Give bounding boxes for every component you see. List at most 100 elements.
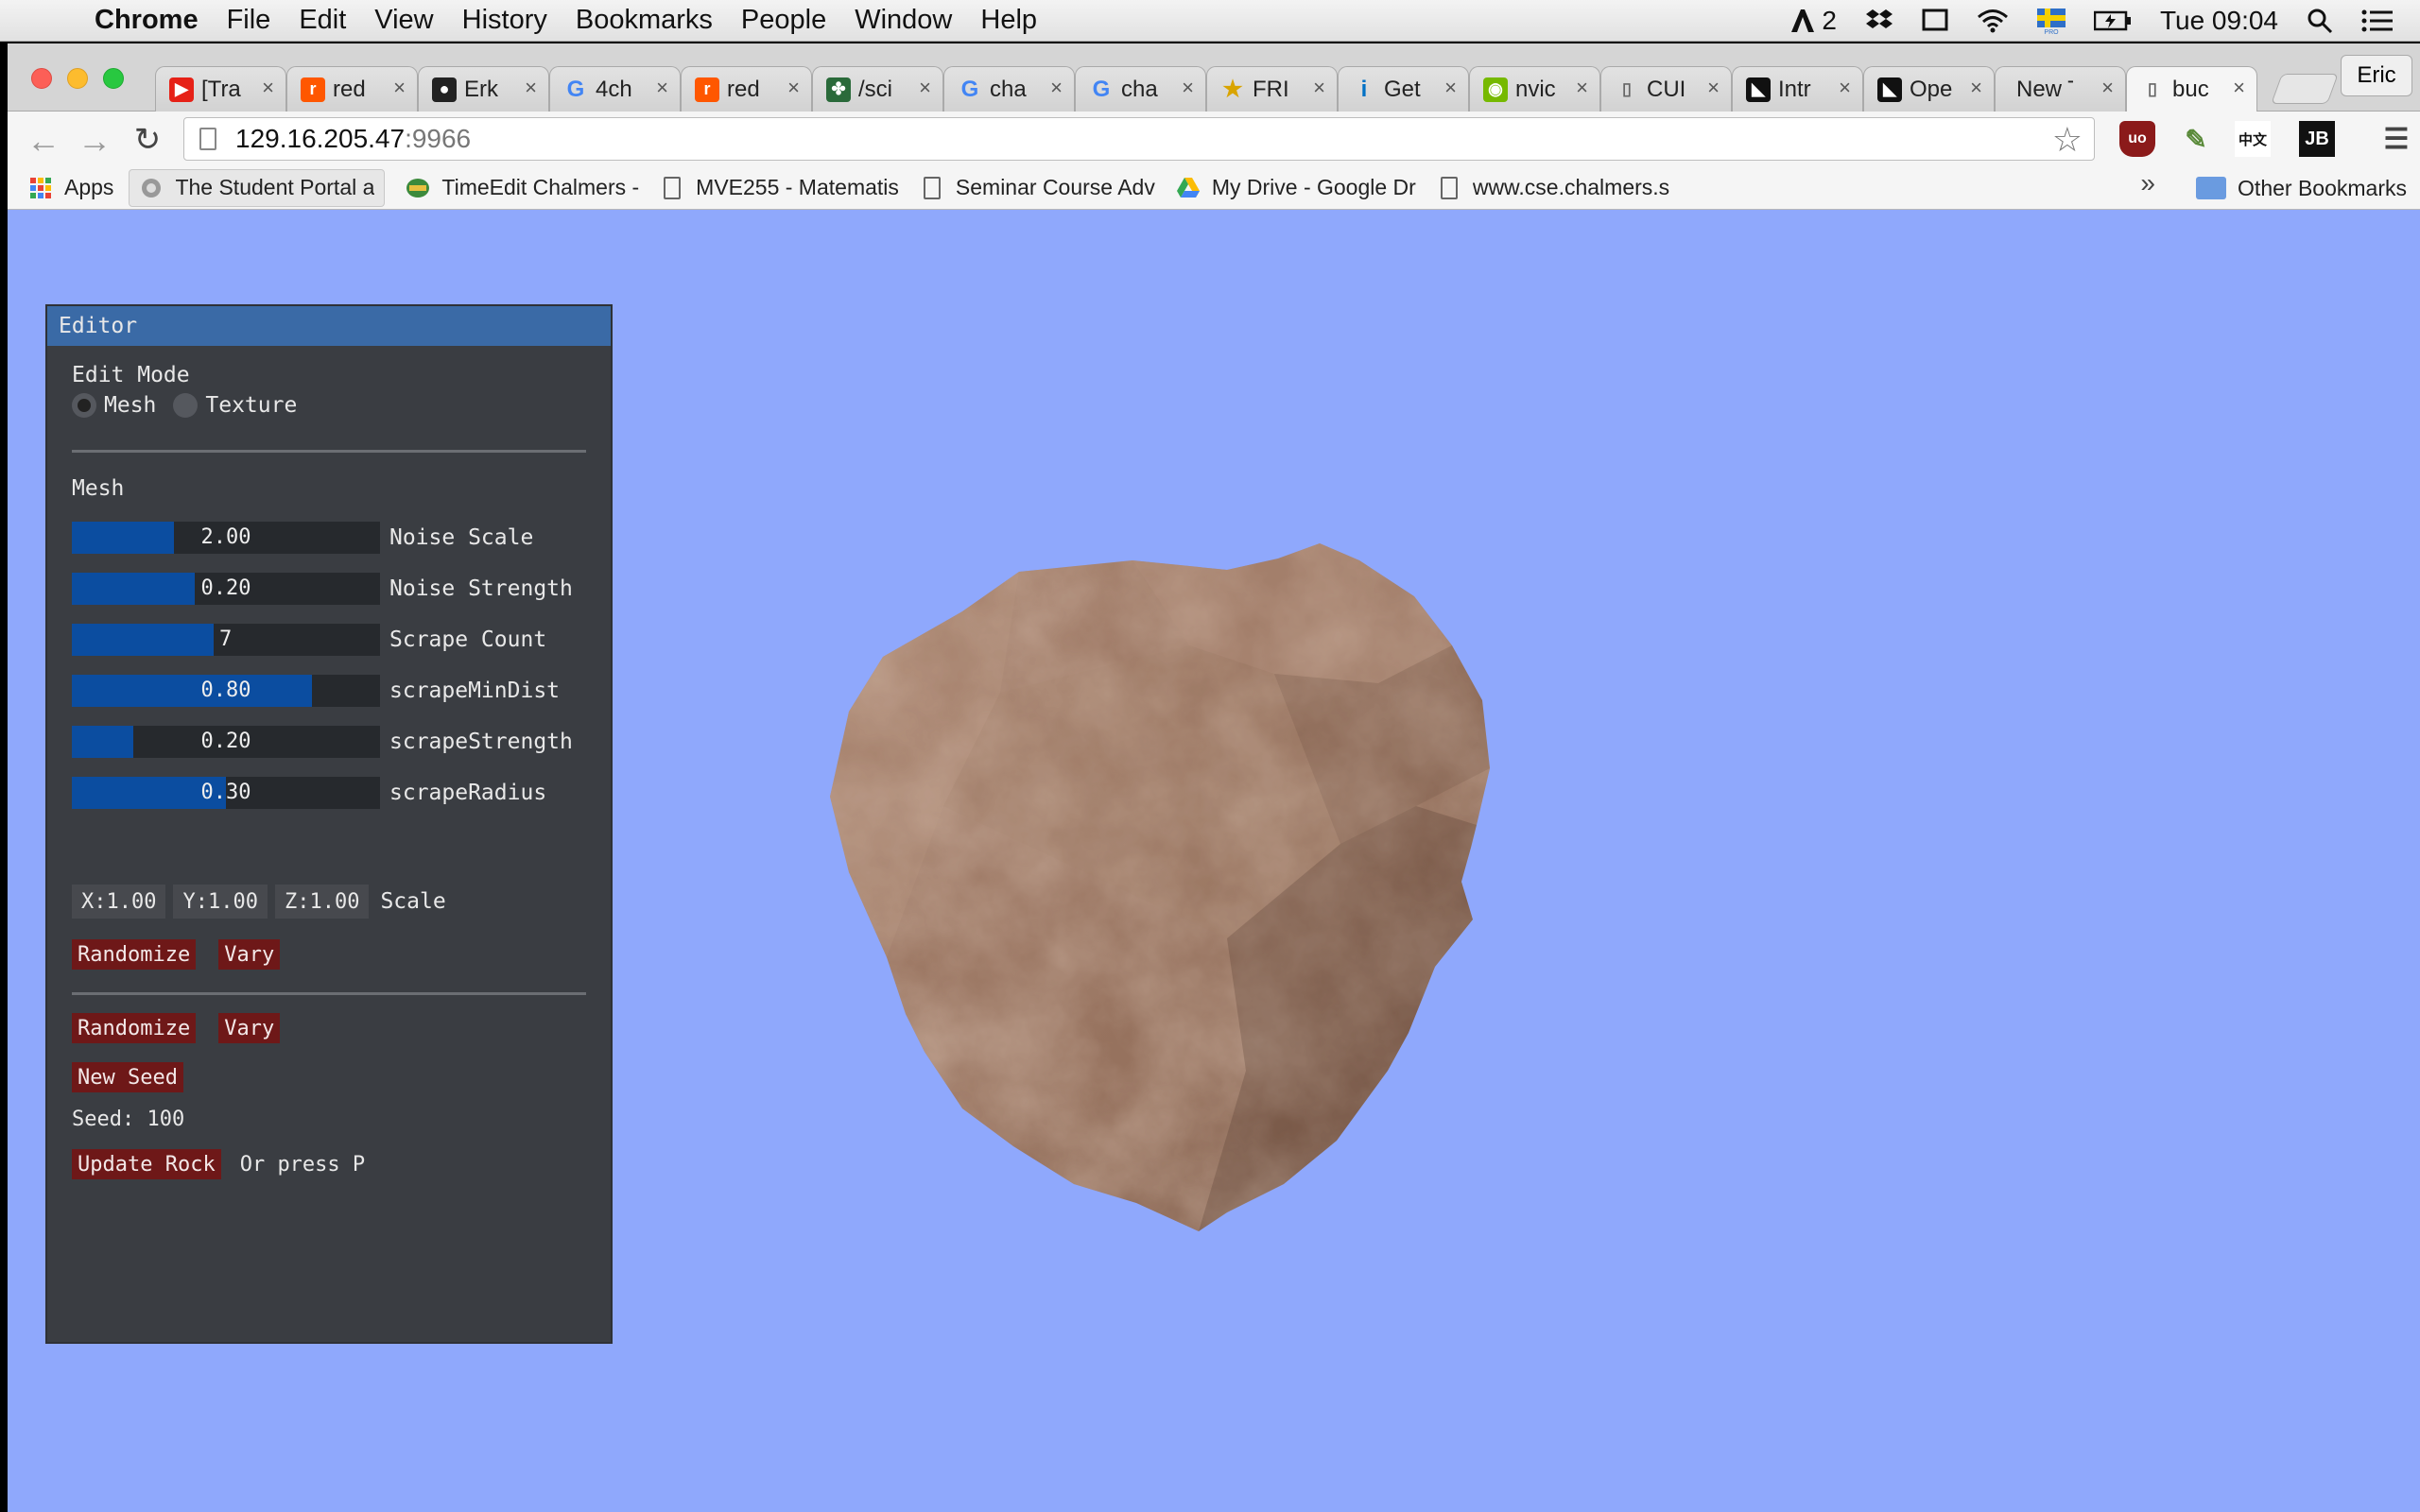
mesh-vary-button[interactable]: Vary	[218, 939, 281, 970]
texture-vary-button[interactable]: Vary	[218, 1013, 281, 1043]
rock-3d-model[interactable]	[830, 541, 1586, 1373]
texture-randomize-button[interactable]: Randomize	[72, 1013, 197, 1043]
scale-y-field[interactable]: Y:1.00	[173, 885, 268, 919]
tab-close-icon[interactable]: ×	[1576, 76, 1588, 100]
tab-close-icon[interactable]: ×	[262, 76, 274, 100]
chinese-dict-icon[interactable]: 中文	[2235, 121, 2271, 157]
scale-z-field[interactable]: Z:1.00	[274, 885, 370, 919]
tab[interactable]: r red ×	[681, 66, 812, 112]
dropbox-icon[interactable]	[1865, 0, 1893, 42]
tab-close-icon[interactable]: ×	[1444, 76, 1457, 100]
texture-radio-button[interactable]	[173, 393, 199, 418]
jetbrains-icon[interactable]: JB	[2299, 121, 2335, 157]
eyedropper-icon[interactable]: ✎	[2178, 121, 2214, 157]
tab[interactable]: r red ×	[286, 66, 418, 112]
menu-app-chrome[interactable]: Chrome	[95, 5, 199, 36]
bookmark-seminar-course[interactable]: Seminar Course Adv	[920, 169, 1155, 207]
tab-close-icon[interactable]: ×	[656, 76, 668, 100]
menu-people[interactable]: People	[741, 5, 826, 36]
profile-button[interactable]: Eric	[2341, 55, 2412, 96]
other-bookmarks-button[interactable]: Other Bookmarks	[2196, 166, 2407, 210]
bookmarks-overflow-button[interactable]: »	[2140, 168, 2155, 198]
tab-close-icon[interactable]: ×	[2233, 76, 2245, 100]
url-host: 129.16.205.47	[235, 124, 406, 153]
tab[interactable]: ◉ nvic ×	[1469, 66, 1600, 112]
slider-scrapestrength[interactable]: 0.20	[72, 726, 380, 758]
bookmark-timeedit[interactable]: TimeEdit Chalmers -	[406, 169, 639, 207]
tab-close-icon[interactable]: ×	[919, 76, 931, 100]
tab[interactable]: New T ×	[1995, 66, 2126, 112]
bookmark-cse-chalmers[interactable]: www.cse.chalmers.s	[1437, 169, 1669, 207]
wifi-icon[interactable]	[1977, 0, 2009, 42]
chrome-window: ▶ [Tra × r red × ● Erk × G 4ch × r red × ✤/sci × Gcha × Gch…	[8, 43, 2420, 1512]
battery-charging-icon[interactable]	[2093, 0, 2132, 42]
mesh-radio-label[interactable]: Mesh	[104, 393, 156, 418]
scale-x-field[interactable]: X:1.00	[72, 885, 166, 919]
tab-close-icon[interactable]: ×	[393, 76, 406, 100]
bookmark-google-drive[interactable]: My Drive - Google Dr	[1176, 169, 1416, 207]
new-tab-button[interactable]	[2271, 74, 2339, 104]
menu-bookmarks[interactable]: Bookmarks	[576, 5, 713, 36]
chrome-menu-icon[interactable]: ☰	[2378, 121, 2414, 157]
tab[interactable]: ◣ Intr ×	[1732, 66, 1863, 112]
tab-close-icon[interactable]: ×	[787, 76, 800, 100]
tab[interactable]: ▶ [Tra ×	[155, 66, 286, 112]
tab[interactable]: ◣ Ope ×	[1863, 66, 1995, 112]
forward-arrow-icon[interactable]: →	[76, 121, 113, 161]
menu-view[interactable]: View	[374, 5, 433, 36]
address-bar[interactable]: 129.16.205.47 :9966 ☆	[183, 117, 2095, 161]
slider-noise-strength[interactable]: 0.20	[72, 573, 380, 605]
menu-window[interactable]: Window	[855, 5, 952, 36]
slider-scrapemindist[interactable]: 0.80	[72, 675, 380, 707]
new-seed-button[interactable]: New Seed	[72, 1062, 183, 1092]
tab[interactable]: ★ FRI ×	[1206, 66, 1338, 112]
reload-icon[interactable]: ↻	[129, 121, 166, 159]
slider-scraperadius[interactable]: 0.30	[72, 777, 380, 809]
slider-scrape-count[interactable]: 7	[72, 624, 380, 656]
display-mirror-icon[interactable]	[1922, 0, 1948, 42]
spotlight-search-icon[interactable]	[2307, 0, 2333, 42]
bookmark-apps[interactable]: Apps	[28, 169, 113, 207]
ublock-icon[interactable]: uo	[2119, 121, 2155, 157]
bookmark-label: TimeEdit Chalmers -	[441, 175, 640, 199]
tab[interactable]: Gcha ×	[943, 66, 1075, 112]
webgl-viewport[interactable]: Editor Edit Mode Mesh Texture Mesh 2.00 N…	[8, 211, 2420, 1512]
update-rock-button[interactable]: Update Rock	[72, 1149, 221, 1179]
tab[interactable]: i Get ×	[1338, 66, 1469, 112]
window-minimize-button[interactable]	[67, 68, 88, 89]
slider-noise-scale[interactable]: 2.00	[72, 522, 380, 554]
texture-radio-label[interactable]: Texture	[205, 393, 297, 418]
back-arrow-icon[interactable]: ←	[25, 121, 62, 161]
tab[interactable]: ● Erk ×	[418, 66, 549, 112]
window-zoom-button[interactable]	[103, 68, 124, 89]
tab-close-icon[interactable]: ×	[1050, 76, 1063, 100]
bookmark-star-icon[interactable]: ☆	[2052, 120, 2083, 160]
menu-help[interactable]: Help	[980, 5, 1037, 36]
menu-file[interactable]: File	[227, 5, 271, 36]
tab-close-icon[interactable]: ×	[1313, 76, 1325, 100]
tab[interactable]: G 4ch ×	[549, 66, 681, 112]
tab-close-icon[interactable]: ×	[1707, 76, 1720, 100]
mesh-radio-button[interactable]	[72, 393, 96, 418]
tab[interactable]: ▯ buc ×	[2126, 66, 2257, 112]
window-close-button[interactable]	[31, 68, 52, 89]
notification-center-icon[interactable]	[2361, 0, 2394, 42]
editor-title-bar[interactable]: Editor	[47, 306, 611, 346]
tab-close-icon[interactable]: ×	[2101, 76, 2114, 100]
mesh-randomize-button[interactable]: Randomize	[72, 939, 197, 970]
url-port: :9966	[405, 124, 472, 153]
clock[interactable]: Tue 09:04	[2160, 0, 2278, 42]
tab-close-icon[interactable]: ×	[1182, 76, 1194, 100]
swedish-flag-input-icon[interactable]: PRO	[2036, 0, 2066, 42]
adobe-status-icon[interactable]: 2	[1789, 0, 1837, 42]
tab-close-icon[interactable]: ×	[1839, 76, 1851, 100]
tab[interactable]: Gcha ×	[1075, 66, 1206, 112]
tab[interactable]: ✤ /sci ×	[812, 66, 943, 112]
tab-close-icon[interactable]: ×	[1970, 76, 1982, 100]
bookmark-mve255[interactable]: MVE255 - Matematis	[660, 169, 899, 207]
menu-edit[interactable]: Edit	[299, 5, 346, 36]
bookmark-student-portal[interactable]: The Student Portal a	[129, 168, 386, 207]
tab[interactable]: ▯ CUI ×	[1600, 66, 1732, 112]
menu-history[interactable]: History	[462, 5, 547, 36]
tab-close-icon[interactable]: ×	[525, 76, 537, 100]
